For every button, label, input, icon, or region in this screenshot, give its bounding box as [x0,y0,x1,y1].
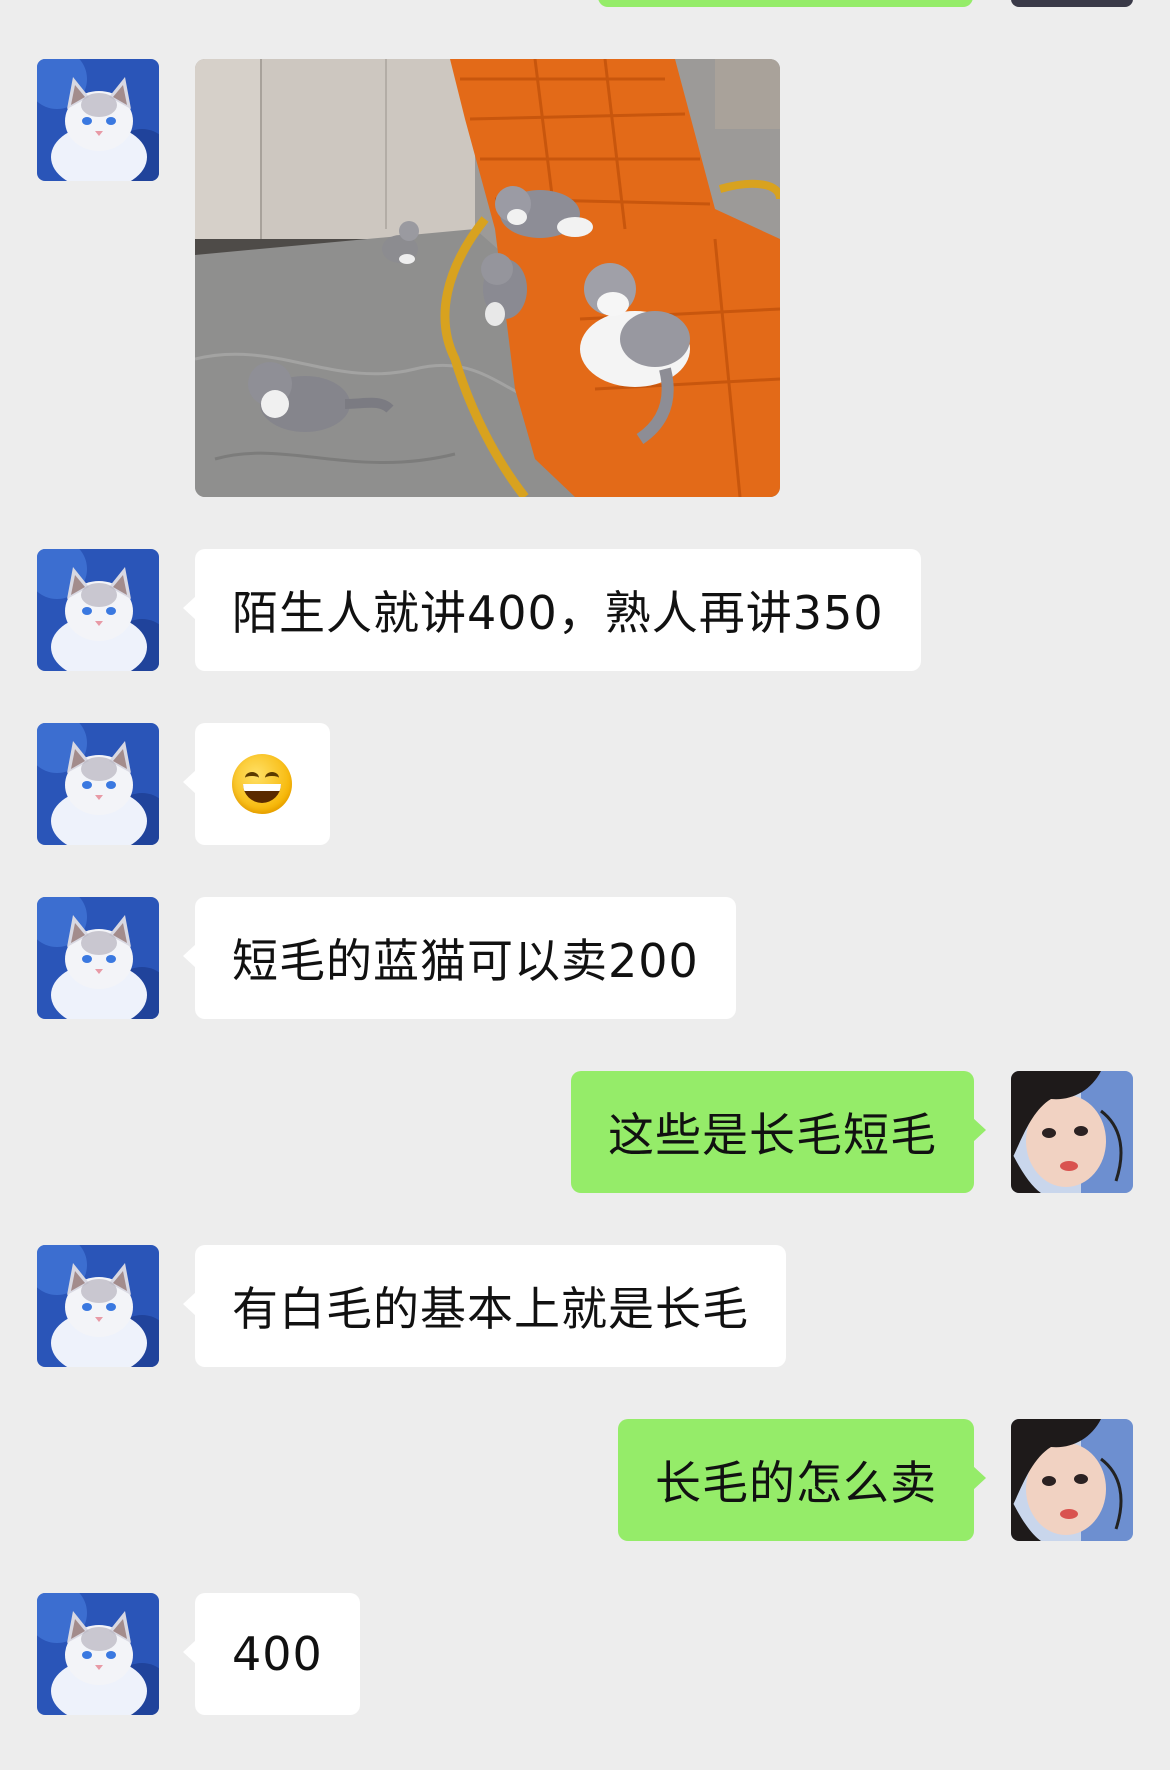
user-selfie-avatar-icon [1011,1419,1133,1541]
message-text: 有白毛的基本上就是长毛 [232,1282,749,1336]
received-message-bubble[interactable]: 短毛的蓝猫可以卖200 [183,897,736,1019]
ragdoll-cat-avatar-icon [37,1245,159,1367]
received-message-bubble[interactable]: 400 [183,1593,360,1715]
previous-sent-bubble[interactable] [598,0,973,7]
message-text: 400 [232,1627,323,1681]
user-avatar[interactable] [1011,1419,1133,1541]
user-selfie-avatar-icon [1011,1071,1133,1193]
ragdoll-cat-avatar-icon [37,549,159,671]
contact-avatar[interactable] [37,723,159,845]
received-message-bubble[interactable]: 陌生人就讲400，熟人再讲350 [183,549,921,671]
message-text: 这些是长毛短毛 [608,1108,937,1162]
contact-avatar[interactable] [37,59,159,181]
received-emoji-bubble[interactable] [183,723,330,845]
chat-area[interactable]: 陌生人就讲400，熟人再讲350 短毛的蓝猫可以卖200 这些是长毛短毛 有白毛… [0,0,1170,1770]
sent-message-bubble[interactable]: 长毛的怎么卖 [618,1419,986,1541]
contact-avatar[interactable] [37,897,159,1019]
message-text: 陌生人就讲400，熟人再讲350 [232,586,884,640]
received-message-bubble[interactable]: 有白毛的基本上就是长毛 [183,1245,786,1367]
contact-avatar[interactable] [37,549,159,671]
ragdoll-cat-avatar-icon [37,897,159,1019]
message-text: 长毛的怎么卖 [655,1456,937,1510]
grinning-face-emoji-icon [232,754,292,814]
message-text: 短毛的蓝猫可以卖200 [232,934,699,988]
ragdoll-cat-avatar-icon [37,59,159,181]
kittens-image [195,59,780,497]
ragdoll-cat-avatar-icon [37,1593,159,1715]
ragdoll-cat-avatar-icon [37,723,159,845]
sent-message-bubble[interactable]: 这些是长毛短毛 [571,1071,986,1193]
user-avatar[interactable] [1011,0,1133,7]
contact-avatar[interactable] [37,1245,159,1367]
user-avatar[interactable] [1011,1071,1133,1193]
kittens-photo[interactable] [195,59,780,497]
contact-avatar[interactable] [37,1593,159,1715]
